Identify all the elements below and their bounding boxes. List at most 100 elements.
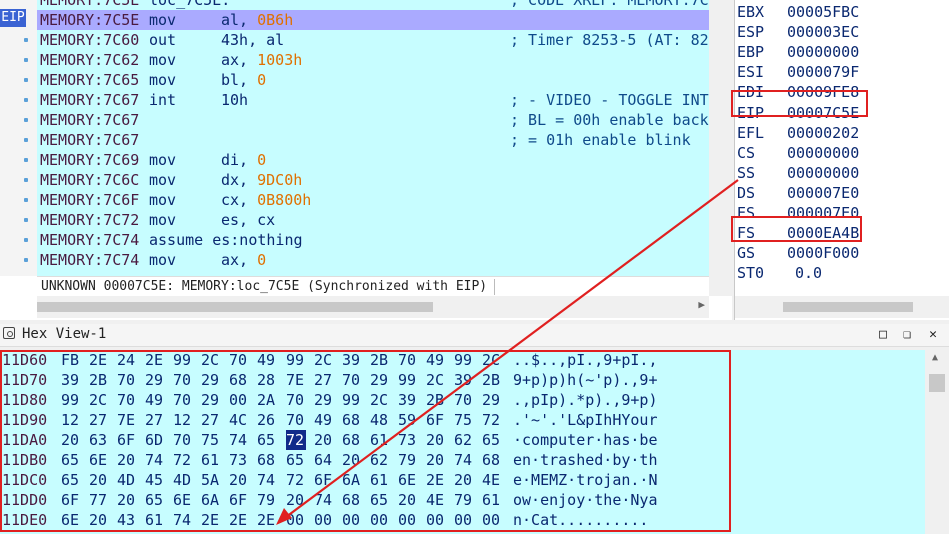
- disasm-operands: al, 0B6h: [221, 10, 293, 30]
- register-value[interactable]: 00000202: [787, 123, 859, 143]
- registers-horizontal-scrollbar[interactable]: [735, 296, 949, 318]
- breakpoint-dot[interactable]: [24, 218, 28, 222]
- operand-text: ax,: [221, 251, 258, 269]
- scroll-up-icon[interactable]: ▲: [932, 352, 938, 363]
- register-ebp[interactable]: EBP 00000000: [737, 42, 947, 62]
- register-value[interactable]: 0000079F: [787, 62, 859, 82]
- close-button[interactable]: ✕: [924, 326, 942, 344]
- breakpoint-dot[interactable]: [24, 258, 28, 262]
- register-cs[interactable]: CS 00000000: [737, 143, 947, 163]
- register-ss[interactable]: SS 00000000: [737, 163, 947, 183]
- hex-highlight-box: [0, 350, 731, 532]
- disasm-mnemonic: mov: [149, 71, 177, 89]
- scroll-right-icon[interactable]: ▶: [698, 298, 705, 311]
- register-esp[interactable]: ESP 000003EC: [737, 22, 947, 42]
- register-value[interactable]: 000007E0: [787, 183, 859, 203]
- disasm-line[interactable]: MEMORY:7C67 ; BL = 00h enable back: [37, 110, 709, 130]
- disasm-line[interactable]: MEMORY:7C6C mov dx, 9DC0h: [37, 170, 709, 190]
- register-value[interactable]: 000003EC: [787, 22, 859, 42]
- breakpoint-dot[interactable]: [24, 98, 28, 102]
- register-esi[interactable]: ESI 0000079F: [737, 62, 947, 82]
- restore-button[interactable]: ❏: [898, 326, 916, 344]
- register-value[interactable]: 00000000: [787, 42, 859, 62]
- disasm-operands: ax, 1003h: [221, 50, 302, 70]
- disasm-line[interactable]: MEMORY:7C67 ; = 01h enable blink: [37, 130, 709, 150]
- disasm-line[interactable]: MEMORY:7C74 assume es:nothing: [37, 230, 709, 250]
- disasm-operands: bl, 0: [221, 70, 266, 90]
- disasm-line[interactable]: MEMORY:7C6F mov cx, 0B800h: [37, 190, 709, 210]
- scroll-thumb[interactable]: [37, 302, 433, 312]
- disasm-address: MEMORY:7C69: [40, 151, 140, 169]
- register-gs[interactable]: GS 0000F000: [737, 243, 947, 263]
- breakpoint-dot[interactable]: [24, 58, 28, 62]
- disasm-address: MEMORY:7C67: [40, 91, 140, 109]
- disasm-operands: es, cx: [221, 210, 275, 230]
- disasm-operands: 10h: [221, 90, 248, 110]
- register-value[interactable]: 00000000: [787, 143, 859, 163]
- disasm-address: MEMORY:7C65: [40, 71, 140, 89]
- scroll-thumb[interactable]: [783, 302, 913, 312]
- disasm-line[interactable]: MEMORY:7C69 mov di, 0: [37, 150, 709, 170]
- disassembly-vertical-scrollbar[interactable]: [709, 0, 732, 296]
- operand-number: 9DC0h: [257, 171, 303, 189]
- operand-text: 10h: [221, 91, 249, 109]
- register-efl[interactable]: EFL 00000202: [737, 123, 947, 143]
- breakpoint-dot[interactable]: [24, 238, 28, 242]
- operand-text: ax,: [221, 51, 258, 69]
- disassembly-listing[interactable]: MEMORY:7C5E loc_7C5E: ; CODE XREF: MEMORY:…: [37, 0, 709, 276]
- disasm-address: MEMORY:7C74: [40, 251, 140, 269]
- operand-number: 0B800h: [257, 191, 312, 209]
- disassembly-horizontal-scrollbar[interactable]: ▶: [37, 296, 709, 318]
- disasm-mnemonic: assume es:nothing: [149, 231, 303, 249]
- operand-text: cx,: [221, 191, 258, 209]
- registers-view[interactable]: EBX 00005FBC ESP 000003EC EBP 00000000 ESI 0000…: [734, 0, 949, 320]
- disasm-address: MEMORY:7C72: [40, 211, 140, 229]
- disasm-address: MEMORY:7C5E: [40, 0, 140, 9]
- disasm-line[interactable]: MEMORY:7C74 mov ax, 0: [37, 250, 709, 270]
- disasm-line[interactable]: MEMORY:7C60 out ; Timer 8253-5 (AT: 82 43h,…: [37, 30, 709, 50]
- disasm-line[interactable]: MEMORY:7C62 mov ax, 1003h: [37, 50, 709, 70]
- disasm-line[interactable]: MEMORY:7C65 mov bl, 0: [37, 70, 709, 90]
- disasm-line[interactable]: MEMORY:7C5E loc_7C5E: ; CODE XREF: MEMORY:…: [37, 0, 709, 10]
- register-st0[interactable]: ST0 0.0: [737, 263, 947, 283]
- register-name: EBP: [737, 43, 765, 62]
- breakpoint-dot[interactable]: [24, 178, 28, 182]
- register-name: EBX: [737, 3, 765, 21]
- disasm-mnemonic: out: [149, 31, 177, 49]
- register-name: ST0: [737, 264, 765, 283]
- register-name: CS: [737, 143, 756, 162]
- disassembly-view[interactable]: EIP MEMORY:7C5E loc_7C5E: ; CODE XREF: MEM…: [0, 0, 732, 320]
- register-value[interactable]: 0.0: [795, 263, 822, 283]
- sync-status-text: UNKNOWN 00007C5E: MEMORY:loc_7C5E (Synch…: [41, 279, 488, 294]
- operand-number: 0: [257, 71, 267, 89]
- disasm-address: MEMORY:7C60: [40, 31, 140, 49]
- disasm-line[interactable]: MEMORY:7C72 mov es, cx: [37, 210, 709, 230]
- register-value[interactable]: 0000F000: [787, 243, 859, 263]
- disasm-comment: ; BL = 00h enable back: [510, 111, 709, 129]
- status-divider: [494, 279, 495, 295]
- disasm-mnemonic: mov: [149, 11, 177, 29]
- disasm-comment: ; = 01h enable blink: [510, 131, 691, 149]
- breakpoint-dot[interactable]: [24, 118, 28, 122]
- disasm-line[interactable]: MEMORY:7C67 int ; - VIDEO - TOGGLE INT 10h: [37, 90, 709, 110]
- scroll-thumb[interactable]: [929, 374, 945, 392]
- breakpoint-dot[interactable]: [24, 198, 28, 202]
- breakpoint-dot[interactable]: [24, 158, 28, 162]
- breakpoint-dot[interactable]: [24, 78, 28, 82]
- breakpoint-dot[interactable]: [24, 138, 28, 142]
- register-ds[interactable]: DS 000007E0: [737, 183, 947, 203]
- disasm-operands: di, 0: [221, 150, 266, 170]
- disasm-mnemonic: int: [149, 91, 177, 109]
- register-ebx[interactable]: EBX 00005FBC: [737, 2, 947, 22]
- register-value[interactable]: 00000000: [787, 163, 859, 183]
- breakpoint-dot[interactable]: [24, 38, 28, 42]
- hex-vertical-scrollbar[interactable]: ▲: [925, 350, 949, 534]
- disasm-operands: dx, 9DC0h: [221, 170, 302, 190]
- register-name: EFL: [737, 123, 765, 142]
- disasm-mnemonic: mov: [149, 51, 177, 69]
- disasm-line[interactable]: MEMORY:7C5E mov al, 0B6h: [37, 10, 709, 30]
- disasm-mnemonic: mov: [149, 191, 177, 209]
- operand-number: 0: [257, 251, 267, 269]
- register-value[interactable]: 00005FBC: [787, 2, 859, 22]
- minimize-button[interactable]: □: [874, 326, 892, 344]
